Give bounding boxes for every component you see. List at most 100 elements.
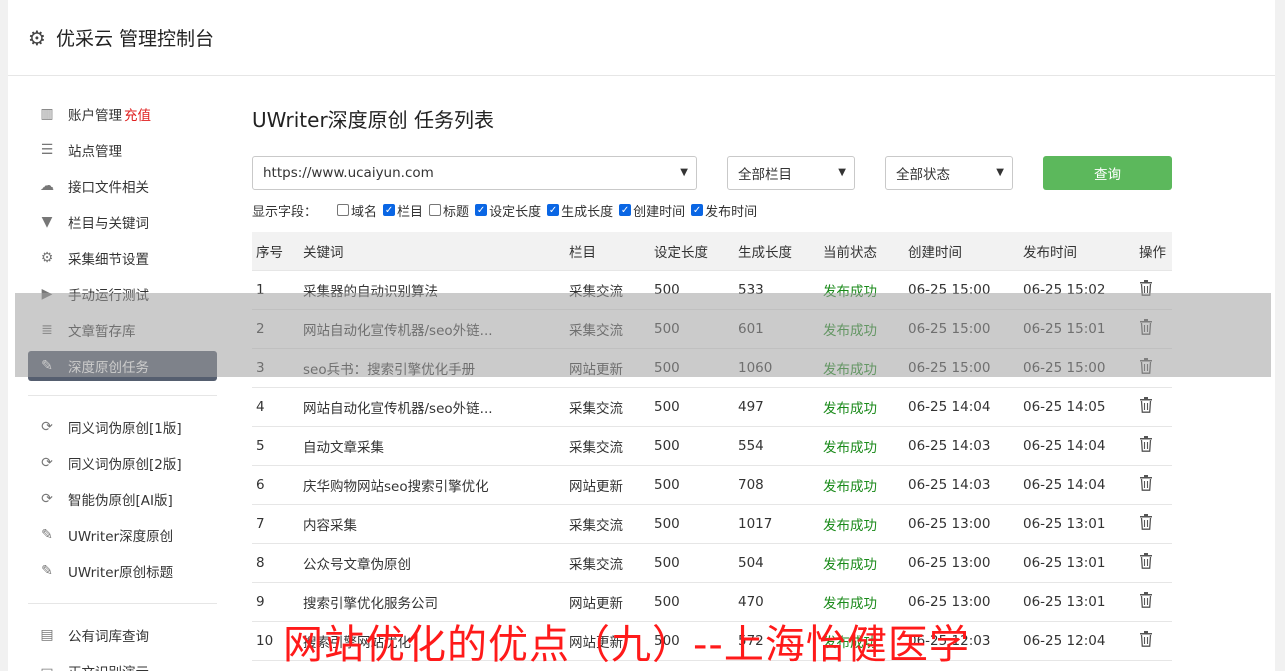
cogs-icon: ⚙ [40,250,54,266]
site-select-value: https://www.ucaiyun.com [263,165,434,181]
column-header: 发布时间 [1019,232,1135,271]
trash-icon[interactable] [1139,396,1153,413]
table-cell: 7 [256,515,265,532]
table-header-row: 序号 关键词 栏目 设定长度 生成长度 当前状态 创建时间 发布时间 操作 [252,232,1172,271]
table-cell: 500 [654,515,680,532]
sidebar-item[interactable]: ⟳ 同义词伪原创[2版] [28,445,218,481]
table-cell: 06-25 13:01 [1023,554,1106,571]
sidebar-item[interactable]: ▼ 栏目与关键词 [28,204,218,240]
sidebar-item[interactable]: ⚙ 采集细节设置 [28,240,218,276]
action-cell [1135,426,1172,465]
table-row: 6 庆华购物网站seo搜索引擎优化 网站更新 500 708 发布成功 06-25 14:0… [252,465,1172,504]
sidebar-item-label: UWriter原创标题 [68,565,174,581]
edit-icon: ✎ [41,527,53,543]
field-checkbox-label: 标题 [443,204,470,220]
table-cell: 554 [738,437,764,454]
filter-icon: ▼ [41,214,53,230]
field-checkbox[interactable]: ✓ 发布时间 [691,201,757,220]
column-header: 栏目 [565,232,650,271]
sidebar-item-label: 站点管理 [68,144,122,160]
table-cell: 06-25 14:04 [1023,437,1106,454]
table-cell: 采集交流 [569,556,623,573]
trash-icon[interactable] [1139,435,1153,452]
refresh-icon: ⟳ [41,491,53,507]
sidebar-item-label: 栏目与关键词 [68,216,149,232]
field-checkbox-label: 栏目 [397,204,424,220]
field-checkbox[interactable]: 标题 [429,201,469,220]
recharge-link[interactable]: 充值 [124,104,151,124]
table-cell: 500 [654,554,680,571]
table-row: 5 自动文章采集 采集交流 500 554 发布成功 06-25 14:03 06-25 14… [252,426,1172,465]
sidebar-item[interactable]: ☁ 接口文件相关 [28,168,218,204]
trash-icon[interactable] [1139,513,1153,530]
sidebar-item[interactable]: ✎ UWriter深度原创 [28,517,218,553]
column-header: 创建时间 [904,232,1019,271]
sidebar-item[interactable]: ⟳ 同义词伪原创[1版] [28,409,218,445]
action-cell [1135,543,1172,582]
watermark-caption: 网站优化的优点（九）--上海怡健医学 [283,622,970,668]
table-cell: 自动文章采集 [303,439,384,456]
filter-bar: https://www.ucaiyun.com ▼ 全部栏目 ▼ 全部状态 ▼ … [252,156,1172,190]
table-cell: 1017 [738,515,773,532]
field-checkbox[interactable]: ✓ 设定长度 [475,201,541,220]
chevron-down-icon: ▼ [838,167,846,178]
site-select[interactable]: https://www.ucaiyun.com ▼ [252,156,697,190]
sidebar-item-label: 采集细节设置 [68,252,149,268]
table-cell: 采集交流 [569,439,623,456]
table-cell: 708 [738,476,764,493]
sidebar-item-label: UWriter深度原创 [68,529,174,545]
bar-chart-icon: ▥ [40,106,54,122]
table-cell: 8 [256,554,265,571]
query-button[interactable]: 查询 [1043,156,1172,190]
field-checkbox-label: 生成长度 [561,204,614,220]
sidebar-item[interactable]: ▭ 正文识别演示 [28,653,218,671]
trash-icon[interactable] [1139,591,1153,608]
field-checkbox[interactable]: ✓ 生成长度 [547,201,613,220]
field-checkbox[interactable]: ✓ 栏目 [383,201,423,220]
column-select[interactable]: 全部栏目 ▼ [727,156,855,190]
table-cell: 内容采集 [303,517,357,534]
top-header: ⚙ 优采云 管理控制台 [8,0,1275,76]
action-cell [1135,582,1172,621]
console-title: 优采云 管理控制台 [55,28,214,50]
table-cell: 发布成功 [823,439,877,456]
checkbox-empty-icon [429,204,442,216]
chevron-down-icon: ▼ [996,167,1004,178]
checkmark-icon: ✓ [475,204,488,216]
trash-icon[interactable] [1139,630,1153,647]
trash-icon[interactable] [1139,474,1153,491]
table-cell: 06-25 12:04 [1023,632,1106,649]
table-cell: 发布成功 [823,400,877,417]
table-row: 4 网站自动化宣传机器/seo外链... 采集交流 500 497 发布成功 06-25 1… [252,387,1172,426]
column-header: 关键词 [299,232,565,271]
sidebar-item[interactable]: ✎ UWriter原创标题 [28,553,218,589]
sidebar-item[interactable]: ⟳ 智能伪原创[AI版] [28,481,218,517]
book-icon: ▤ [40,627,54,643]
table-cell: 5 [256,437,265,454]
table-cell: 06-25 14:04 [1023,476,1106,493]
status-select[interactable]: 全部状态 ▼ [885,156,1013,190]
sidebar-item-label: 同义词伪原创[1版] [68,421,182,437]
sidebar-item[interactable]: ▥ 账户管理 充值 [28,96,218,132]
sidebar-item[interactable]: ☰ 站点管理 [28,132,218,168]
table-cell: 500 [654,437,680,454]
edit-icon: ✎ [41,563,53,579]
trash-icon[interactable] [1139,552,1153,569]
monitor-icon: ▭ [40,663,54,671]
action-cell [1135,621,1172,660]
table-cell: 06-25 13:01 [1023,593,1106,610]
table-cell: 06-25 14:03 [908,437,991,454]
table-cell: 采集交流 [569,400,623,417]
sidebar-item-label: 正文识别演示 [68,661,149,671]
table-cell: 发布成功 [823,556,877,573]
checkmark-icon: ✓ [619,204,632,216]
sidebar-item-label: 公有词库查询 [68,629,149,645]
field-checkbox[interactable]: 域名 [337,201,377,220]
sidebar-item[interactable]: ▤ 公有词库查询 [28,617,218,653]
cloud-upload-icon: ☁ [40,178,54,194]
table-cell: 06-25 14:04 [908,398,991,415]
nav-divider [28,395,217,396]
field-checkbox[interactable]: ✓ 创建时间 [619,201,685,220]
table-cell: 4 [256,398,265,415]
sidebar-item-label: 账户管理 [68,108,122,124]
